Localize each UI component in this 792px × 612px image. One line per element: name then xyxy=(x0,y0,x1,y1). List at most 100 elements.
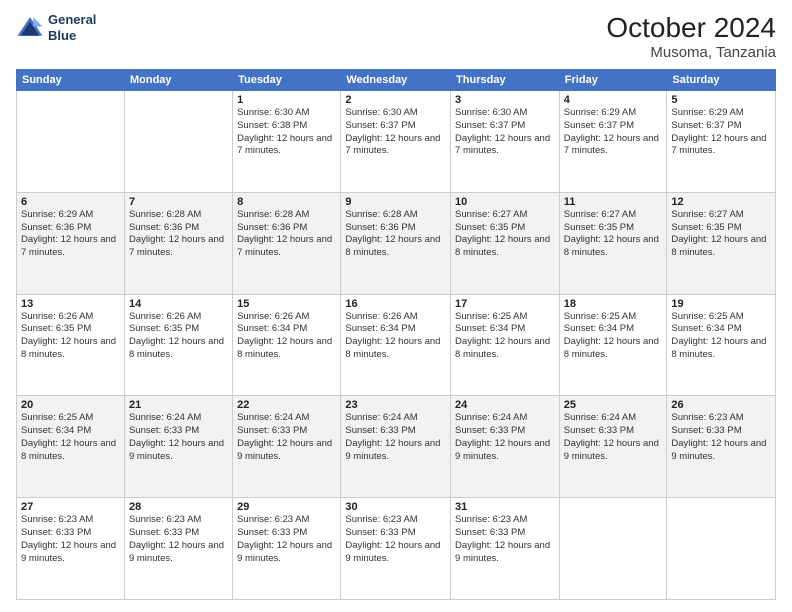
day-detail: Sunrise: 6:30 AM Sunset: 6:38 PM Dayligh… xyxy=(237,107,336,158)
day-detail: Sunrise: 6:28 AM Sunset: 6:36 PM Dayligh… xyxy=(345,209,446,260)
logo: General Blue xyxy=(16,12,96,43)
logo-text: General Blue xyxy=(48,12,96,43)
calendar-row: 13Sunrise: 6:26 AM Sunset: 6:35 PM Dayli… xyxy=(17,294,776,396)
day-number: 16 xyxy=(345,298,446,310)
day-detail: Sunrise: 6:24 AM Sunset: 6:33 PM Dayligh… xyxy=(345,412,446,463)
calendar-table: SundayMondayTuesdayWednesdayThursdayFrid… xyxy=(16,69,776,600)
day-detail: Sunrise: 6:23 AM Sunset: 6:33 PM Dayligh… xyxy=(345,514,446,565)
page-header: General Blue October 2024 Musoma, Tanzan… xyxy=(16,12,776,61)
day-detail: Sunrise: 6:30 AM Sunset: 6:37 PM Dayligh… xyxy=(455,107,555,158)
day-detail: Sunrise: 6:24 AM Sunset: 6:33 PM Dayligh… xyxy=(564,412,663,463)
calendar-cell: 1Sunrise: 6:30 AM Sunset: 6:38 PM Daylig… xyxy=(233,91,341,193)
day-number: 6 xyxy=(21,196,120,208)
calendar-cell: 3Sunrise: 6:30 AM Sunset: 6:37 PM Daylig… xyxy=(451,91,560,193)
day-number: 31 xyxy=(455,501,555,513)
calendar-cell: 5Sunrise: 6:29 AM Sunset: 6:37 PM Daylig… xyxy=(667,91,776,193)
calendar-row: 27Sunrise: 6:23 AM Sunset: 6:33 PM Dayli… xyxy=(17,498,776,600)
day-detail: Sunrise: 6:24 AM Sunset: 6:33 PM Dayligh… xyxy=(129,412,228,463)
calendar-cell: 31Sunrise: 6:23 AM Sunset: 6:33 PM Dayli… xyxy=(451,498,560,600)
day-detail: Sunrise: 6:27 AM Sunset: 6:35 PM Dayligh… xyxy=(671,209,771,260)
logo-line1: General xyxy=(48,12,96,28)
calendar-cell: 19Sunrise: 6:25 AM Sunset: 6:34 PM Dayli… xyxy=(667,294,776,396)
day-number: 13 xyxy=(21,298,120,310)
day-detail: Sunrise: 6:28 AM Sunset: 6:36 PM Dayligh… xyxy=(129,209,228,260)
day-number: 4 xyxy=(564,94,663,106)
day-detail: Sunrise: 6:23 AM Sunset: 6:33 PM Dayligh… xyxy=(455,514,555,565)
weekday-header: Sunday xyxy=(17,70,125,91)
calendar-cell: 6Sunrise: 6:29 AM Sunset: 6:36 PM Daylig… xyxy=(17,192,125,294)
calendar-cell: 17Sunrise: 6:25 AM Sunset: 6:34 PM Dayli… xyxy=(451,294,560,396)
calendar-header-row: SundayMondayTuesdayWednesdayThursdayFrid… xyxy=(17,70,776,91)
day-detail: Sunrise: 6:27 AM Sunset: 6:35 PM Dayligh… xyxy=(564,209,663,260)
logo-line2: Blue xyxy=(48,28,96,44)
day-number: 30 xyxy=(345,501,446,513)
calendar-cell xyxy=(667,498,776,600)
day-number: 25 xyxy=(564,399,663,411)
day-number: 22 xyxy=(237,399,336,411)
calendar-cell: 15Sunrise: 6:26 AM Sunset: 6:34 PM Dayli… xyxy=(233,294,341,396)
day-number: 29 xyxy=(237,501,336,513)
calendar-cell: 22Sunrise: 6:24 AM Sunset: 6:33 PM Dayli… xyxy=(233,396,341,498)
day-number: 21 xyxy=(129,399,228,411)
day-detail: Sunrise: 6:23 AM Sunset: 6:33 PM Dayligh… xyxy=(671,412,771,463)
day-detail: Sunrise: 6:27 AM Sunset: 6:35 PM Dayligh… xyxy=(455,209,555,260)
day-detail: Sunrise: 6:29 AM Sunset: 6:36 PM Dayligh… xyxy=(21,209,120,260)
day-number: 3 xyxy=(455,94,555,106)
calendar-cell xyxy=(559,498,667,600)
day-number: 12 xyxy=(671,196,771,208)
day-detail: Sunrise: 6:25 AM Sunset: 6:34 PM Dayligh… xyxy=(455,311,555,362)
weekday-header: Thursday xyxy=(451,70,560,91)
calendar-cell: 2Sunrise: 6:30 AM Sunset: 6:37 PM Daylig… xyxy=(341,91,451,193)
calendar-cell: 29Sunrise: 6:23 AM Sunset: 6:33 PM Dayli… xyxy=(233,498,341,600)
calendar-row: 1Sunrise: 6:30 AM Sunset: 6:38 PM Daylig… xyxy=(17,91,776,193)
day-number: 14 xyxy=(129,298,228,310)
day-number: 2 xyxy=(345,94,446,106)
weekday-header: Wednesday xyxy=(341,70,451,91)
calendar-cell: 8Sunrise: 6:28 AM Sunset: 6:36 PM Daylig… xyxy=(233,192,341,294)
day-number: 10 xyxy=(455,196,555,208)
day-number: 1 xyxy=(237,94,336,106)
weekday-header: Friday xyxy=(559,70,667,91)
day-detail: Sunrise: 6:25 AM Sunset: 6:34 PM Dayligh… xyxy=(21,412,120,463)
day-detail: Sunrise: 6:28 AM Sunset: 6:36 PM Dayligh… xyxy=(237,209,336,260)
calendar-cell xyxy=(124,91,232,193)
day-detail: Sunrise: 6:24 AM Sunset: 6:33 PM Dayligh… xyxy=(237,412,336,463)
calendar-cell: 14Sunrise: 6:26 AM Sunset: 6:35 PM Dayli… xyxy=(124,294,232,396)
day-detail: Sunrise: 6:26 AM Sunset: 6:34 PM Dayligh… xyxy=(237,311,336,362)
day-detail: Sunrise: 6:30 AM Sunset: 6:37 PM Dayligh… xyxy=(345,107,446,158)
day-detail: Sunrise: 6:23 AM Sunset: 6:33 PM Dayligh… xyxy=(21,514,120,565)
calendar-cell: 26Sunrise: 6:23 AM Sunset: 6:33 PM Dayli… xyxy=(667,396,776,498)
day-number: 24 xyxy=(455,399,555,411)
weekday-header: Monday xyxy=(124,70,232,91)
calendar-cell: 25Sunrise: 6:24 AM Sunset: 6:33 PM Dayli… xyxy=(559,396,667,498)
day-number: 27 xyxy=(21,501,120,513)
day-detail: Sunrise: 6:26 AM Sunset: 6:35 PM Dayligh… xyxy=(129,311,228,362)
day-detail: Sunrise: 6:26 AM Sunset: 6:35 PM Dayligh… xyxy=(21,311,120,362)
location-title: Musoma, Tanzania xyxy=(606,44,776,61)
day-number: 5 xyxy=(671,94,771,106)
day-detail: Sunrise: 6:29 AM Sunset: 6:37 PM Dayligh… xyxy=(564,107,663,158)
day-number: 26 xyxy=(671,399,771,411)
calendar-cell: 16Sunrise: 6:26 AM Sunset: 6:34 PM Dayli… xyxy=(341,294,451,396)
calendar-cell: 7Sunrise: 6:28 AM Sunset: 6:36 PM Daylig… xyxy=(124,192,232,294)
calendar-cell: 21Sunrise: 6:24 AM Sunset: 6:33 PM Dayli… xyxy=(124,396,232,498)
day-number: 9 xyxy=(345,196,446,208)
day-number: 19 xyxy=(671,298,771,310)
calendar-cell: 24Sunrise: 6:24 AM Sunset: 6:33 PM Dayli… xyxy=(451,396,560,498)
day-number: 7 xyxy=(129,196,228,208)
day-number: 8 xyxy=(237,196,336,208)
day-number: 20 xyxy=(21,399,120,411)
day-number: 18 xyxy=(564,298,663,310)
calendar-cell xyxy=(17,91,125,193)
calendar-cell: 11Sunrise: 6:27 AM Sunset: 6:35 PM Dayli… xyxy=(559,192,667,294)
day-number: 11 xyxy=(564,196,663,208)
calendar-cell: 20Sunrise: 6:25 AM Sunset: 6:34 PM Dayli… xyxy=(17,396,125,498)
calendar-cell: 18Sunrise: 6:25 AM Sunset: 6:34 PM Dayli… xyxy=(559,294,667,396)
day-number: 15 xyxy=(237,298,336,310)
month-title: October 2024 xyxy=(606,12,776,44)
calendar-cell: 10Sunrise: 6:27 AM Sunset: 6:35 PM Dayli… xyxy=(451,192,560,294)
calendar-cell: 27Sunrise: 6:23 AM Sunset: 6:33 PM Dayli… xyxy=(17,498,125,600)
weekday-header: Tuesday xyxy=(233,70,341,91)
day-detail: Sunrise: 6:29 AM Sunset: 6:37 PM Dayligh… xyxy=(671,107,771,158)
calendar-cell: 4Sunrise: 6:29 AM Sunset: 6:37 PM Daylig… xyxy=(559,91,667,193)
